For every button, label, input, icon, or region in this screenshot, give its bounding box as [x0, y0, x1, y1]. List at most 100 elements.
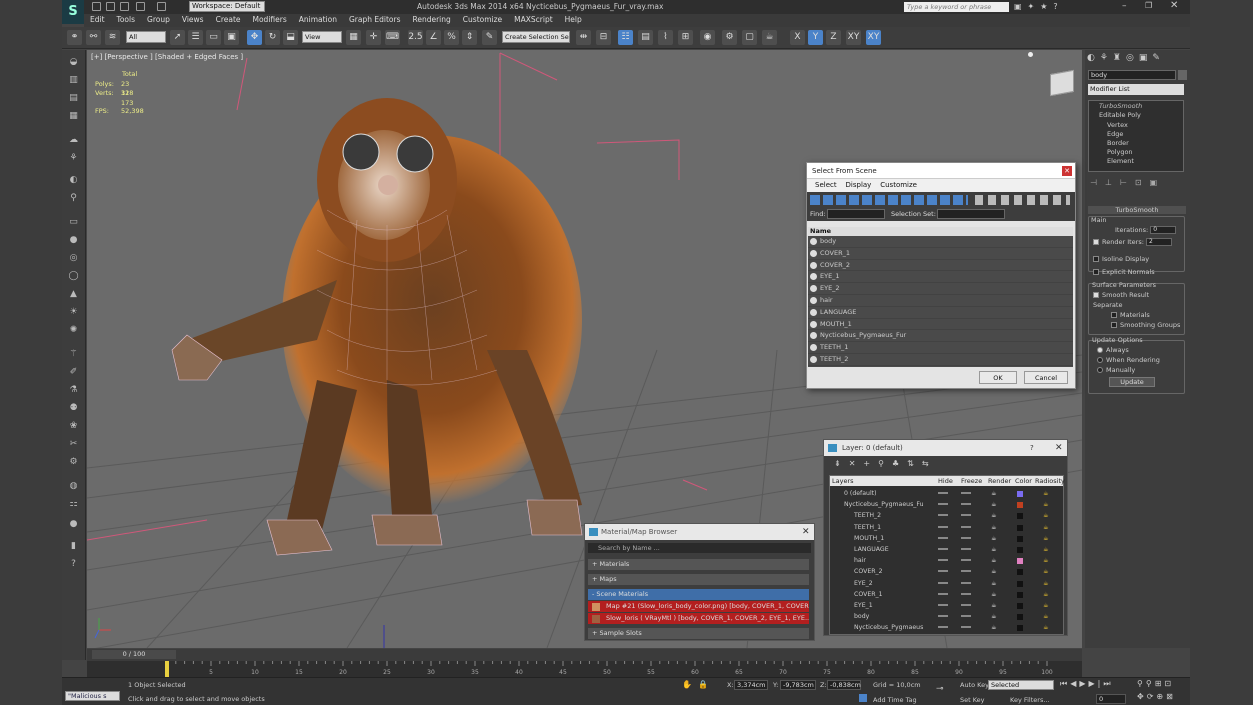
smoothing-groups-checkbox[interactable] [1111, 322, 1117, 328]
layer-toggle[interactable] [938, 592, 948, 595]
sfs-row-fur[interactable]: Nycticebus_Pygmaeus_Fur [808, 330, 1073, 343]
time-slider[interactable]: 0 / 100 [92, 650, 176, 659]
key-filters-button[interactable]: Key Filters... [1010, 696, 1050, 704]
sphere-icon[interactable]: ● [66, 234, 81, 247]
restore-icon[interactable]: ❐ [1145, 1, 1152, 10]
menu-help[interactable]: Help [559, 14, 588, 24]
stack-turbosmooth[interactable]: TurboSmooth [1099, 102, 1142, 110]
layer-row[interactable]: Nycticebus_Pygmaeus_Fu ☕ ☕ [830, 499, 1060, 510]
layer-toggle[interactable] [938, 626, 948, 629]
layer-color-swatch[interactable] [1017, 502, 1023, 509]
layer-row[interactable]: TEETH_1 ☕ ☕ [830, 522, 1060, 533]
sfs-cancel-button[interactable]: Cancel [1024, 371, 1068, 384]
render-iters-checkbox[interactable] [1093, 239, 1099, 245]
named-selection-dropdown[interactable]: Create Selection Se [502, 31, 570, 43]
radiosity-icon[interactable]: ☕ [1043, 510, 1049, 521]
selection-filter-dropdown[interactable]: All [126, 31, 166, 43]
render-teapot-icon[interactable]: ☕ [991, 578, 997, 589]
sfs-row-cover-2[interactable]: COVER_2 [808, 260, 1073, 272]
save-icon[interactable] [120, 2, 129, 11]
layer-toggle[interactable] [961, 592, 971, 595]
layer-toggle[interactable] [961, 492, 971, 494]
tool-icon-6[interactable]: ⚘ [66, 152, 81, 165]
tool-icon-5[interactable]: ☁ [66, 134, 81, 147]
radiosity-icon[interactable]: ☕ [1043, 600, 1049, 611]
minimize-icon[interactable]: – [1122, 1, 1127, 11]
axis-z-button[interactable]: Z [826, 30, 841, 45]
menu-create[interactable]: Create [210, 14, 247, 24]
menu-maxscript[interactable]: MAXScript [508, 14, 559, 24]
layer-toggle[interactable] [961, 604, 971, 606]
layer-color-swatch[interactable] [1017, 603, 1023, 609]
mat-section-sample-slots[interactable]: + Sample Slots [588, 628, 809, 639]
render-production-icon[interactable]: ☕ [762, 30, 777, 45]
layer-color-swatch[interactable] [1017, 491, 1023, 497]
bind-spacewarp-icon[interactable]: ≋ [105, 30, 120, 45]
layer-toggle[interactable] [961, 626, 971, 629]
layer-row[interactable]: MOUTH_1 ☕ ☕ [830, 533, 1060, 544]
render-teapot-icon[interactable]: ☕ [991, 600, 997, 611]
x-coord-field[interactable]: 3,374cm [734, 680, 768, 690]
layer-toggle[interactable] [938, 503, 948, 506]
layer-toggle[interactable] [961, 536, 971, 539]
layer-toggle[interactable] [938, 536, 948, 539]
z-coord-field[interactable]: -0,838cm [827, 680, 861, 690]
app-logo-icon[interactable]: S [62, 0, 84, 24]
object-name-field[interactable]: body [1088, 70, 1176, 80]
render-teapot-icon[interactable]: ☕ [991, 499, 997, 510]
align-icon[interactable]: ⊟ [596, 30, 611, 45]
tool-icon-16[interactable]: ⚚ [66, 348, 81, 361]
layer-toolbar-icons[interactable]: ⇟✕+⚲♣⇅⇆ [834, 459, 964, 470]
time-tag-icon[interactable] [859, 694, 867, 702]
render-teapot-icon[interactable]: ☕ [991, 544, 997, 555]
key-mode-dropdown[interactable]: Selected [988, 680, 1054, 690]
object-color-swatch[interactable] [1178, 70, 1187, 80]
tool-icon-20[interactable]: ❀ [66, 420, 81, 433]
tool-icon-23[interactable]: ◍ [66, 480, 81, 493]
sfs-menu-select[interactable]: Select [815, 181, 837, 189]
tool-icon-2[interactable]: ▥ [66, 74, 81, 87]
tool-icon-21[interactable]: ✂ [66, 438, 81, 451]
col-layers[interactable]: Layers [832, 476, 854, 486]
search-input[interactable]: Type a keyword or phrase [904, 2, 1009, 12]
graphite-tools-icon[interactable]: ▤ [638, 30, 653, 45]
playback-controls[interactable]: ⏮◀▶▶|⏭ [1060, 679, 1114, 689]
render-teapot-icon[interactable]: ☕ [991, 589, 997, 600]
mirror-icon[interactable]: ⇹ [576, 30, 591, 45]
modifier-list-dropdown[interactable]: Modifier List [1088, 84, 1184, 95]
layer-row[interactable]: LANGUAGE ☕ ☕ [830, 544, 1060, 555]
cylinder-icon[interactable]: ◎ [66, 252, 81, 265]
layer-toggle[interactable] [938, 615, 948, 618]
isoline-checkbox[interactable] [1093, 256, 1099, 262]
col-radiosity[interactable]: Radiosity [1035, 476, 1065, 486]
explicit-normals-checkbox[interactable] [1093, 269, 1099, 275]
layer-toggle[interactable] [938, 570, 948, 573]
select-by-name-icon[interactable]: ☰ [188, 30, 203, 45]
select-rotate-icon[interactable]: ↻ [265, 30, 280, 45]
tool-icon-19[interactable]: ⚉ [66, 402, 81, 415]
layer-help-icon[interactable]: ? [1030, 440, 1034, 456]
render-teapot-icon[interactable]: ☕ [991, 510, 997, 521]
tool-icon-22[interactable]: ⚙ [66, 456, 81, 469]
set-key-button[interactable]: Set Key [960, 696, 985, 704]
menu-customize[interactable]: Customize [457, 14, 508, 24]
layer-color-swatch[interactable] [1017, 513, 1023, 520]
cone-icon[interactable]: ▲ [66, 288, 81, 301]
layer-color-swatch[interactable] [1017, 625, 1023, 632]
when-rendering-radio[interactable] [1097, 357, 1103, 363]
radiosity-icon[interactable]: ☕ [1043, 544, 1049, 555]
render-teapot-icon[interactable]: ☕ [991, 555, 997, 566]
mat-search-input[interactable]: Search by Name ... [588, 543, 811, 553]
tool-icon-8[interactable]: ⚲ [66, 192, 81, 205]
col-hide[interactable]: Hide [938, 476, 953, 486]
radiosity-icon[interactable]: ☕ [1043, 555, 1049, 566]
layer-toggle[interactable] [938, 581, 948, 584]
stack-edge[interactable]: Edge [1107, 130, 1123, 138]
mat-section-materials[interactable]: + Materials [588, 559, 809, 570]
mat-entry-map21[interactable]: Map #21 (Slow_loris_body_color.png) [bod… [588, 601, 809, 612]
sfs-row-eye-1[interactable]: EYE_1 [808, 271, 1073, 284]
axis-xy-button[interactable]: XY [846, 30, 861, 45]
sfs-row-hair[interactable]: hair [808, 295, 1073, 307]
layer-color-swatch[interactable] [1017, 569, 1023, 576]
viewcube-home-icon[interactable] [1028, 52, 1033, 57]
